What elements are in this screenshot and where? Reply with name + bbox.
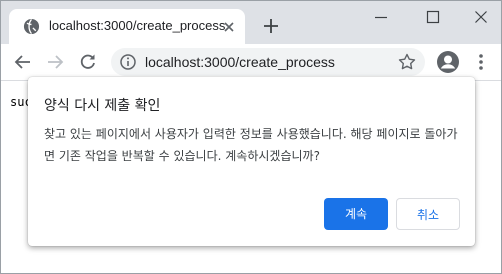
active-tab[interactable]: localhost:3000/create_process <box>9 9 245 44</box>
plus-icon[interactable] <box>261 16 281 36</box>
dialog-title: 양식 다시 제출 확인 <box>44 98 161 114</box>
window-close-icon[interactable] <box>471 7 491 27</box>
forward-icon[interactable] <box>45 52 65 72</box>
profile-icon[interactable] <box>436 50 460 74</box>
close-icon[interactable] <box>221 19 237 35</box>
reload-icon[interactable] <box>78 52 98 72</box>
continue-button[interactable]: 계속 <box>324 198 388 230</box>
address-bar[interactable]: localhost:3000/create_process <box>111 48 425 76</box>
cancel-button[interactable]: 취소 <box>396 198 460 230</box>
dialog-message: 찾고 있는 페이지에서 사용자가 입력한 정보를 사용했습니다. 해당 페이지로… <box>44 127 458 163</box>
globe-icon <box>23 18 40 35</box>
tab-strip: localhost:3000/create_process <box>1 1 501 44</box>
star-icon[interactable] <box>397 52 417 72</box>
toolbar: localhost:3000/create_process <box>1 44 501 81</box>
back-icon[interactable] <box>13 52 33 72</box>
menu-icon[interactable] <box>471 52 491 72</box>
info-icon[interactable] <box>119 53 137 71</box>
browser-window: localhost:3000/create_process localhost:… <box>0 0 502 274</box>
minimize-icon[interactable] <box>371 7 391 27</box>
tab-title: localhost:3000/create_process <box>49 18 226 33</box>
resubmit-confirm-dialog: 양식 다시 제출 확인 찾고 있는 페이지에서 사용자가 입력한 정보를 사용했… <box>28 77 475 246</box>
maximize-icon[interactable] <box>423 7 443 27</box>
url-text: localhost:3000/create_process <box>145 54 335 70</box>
